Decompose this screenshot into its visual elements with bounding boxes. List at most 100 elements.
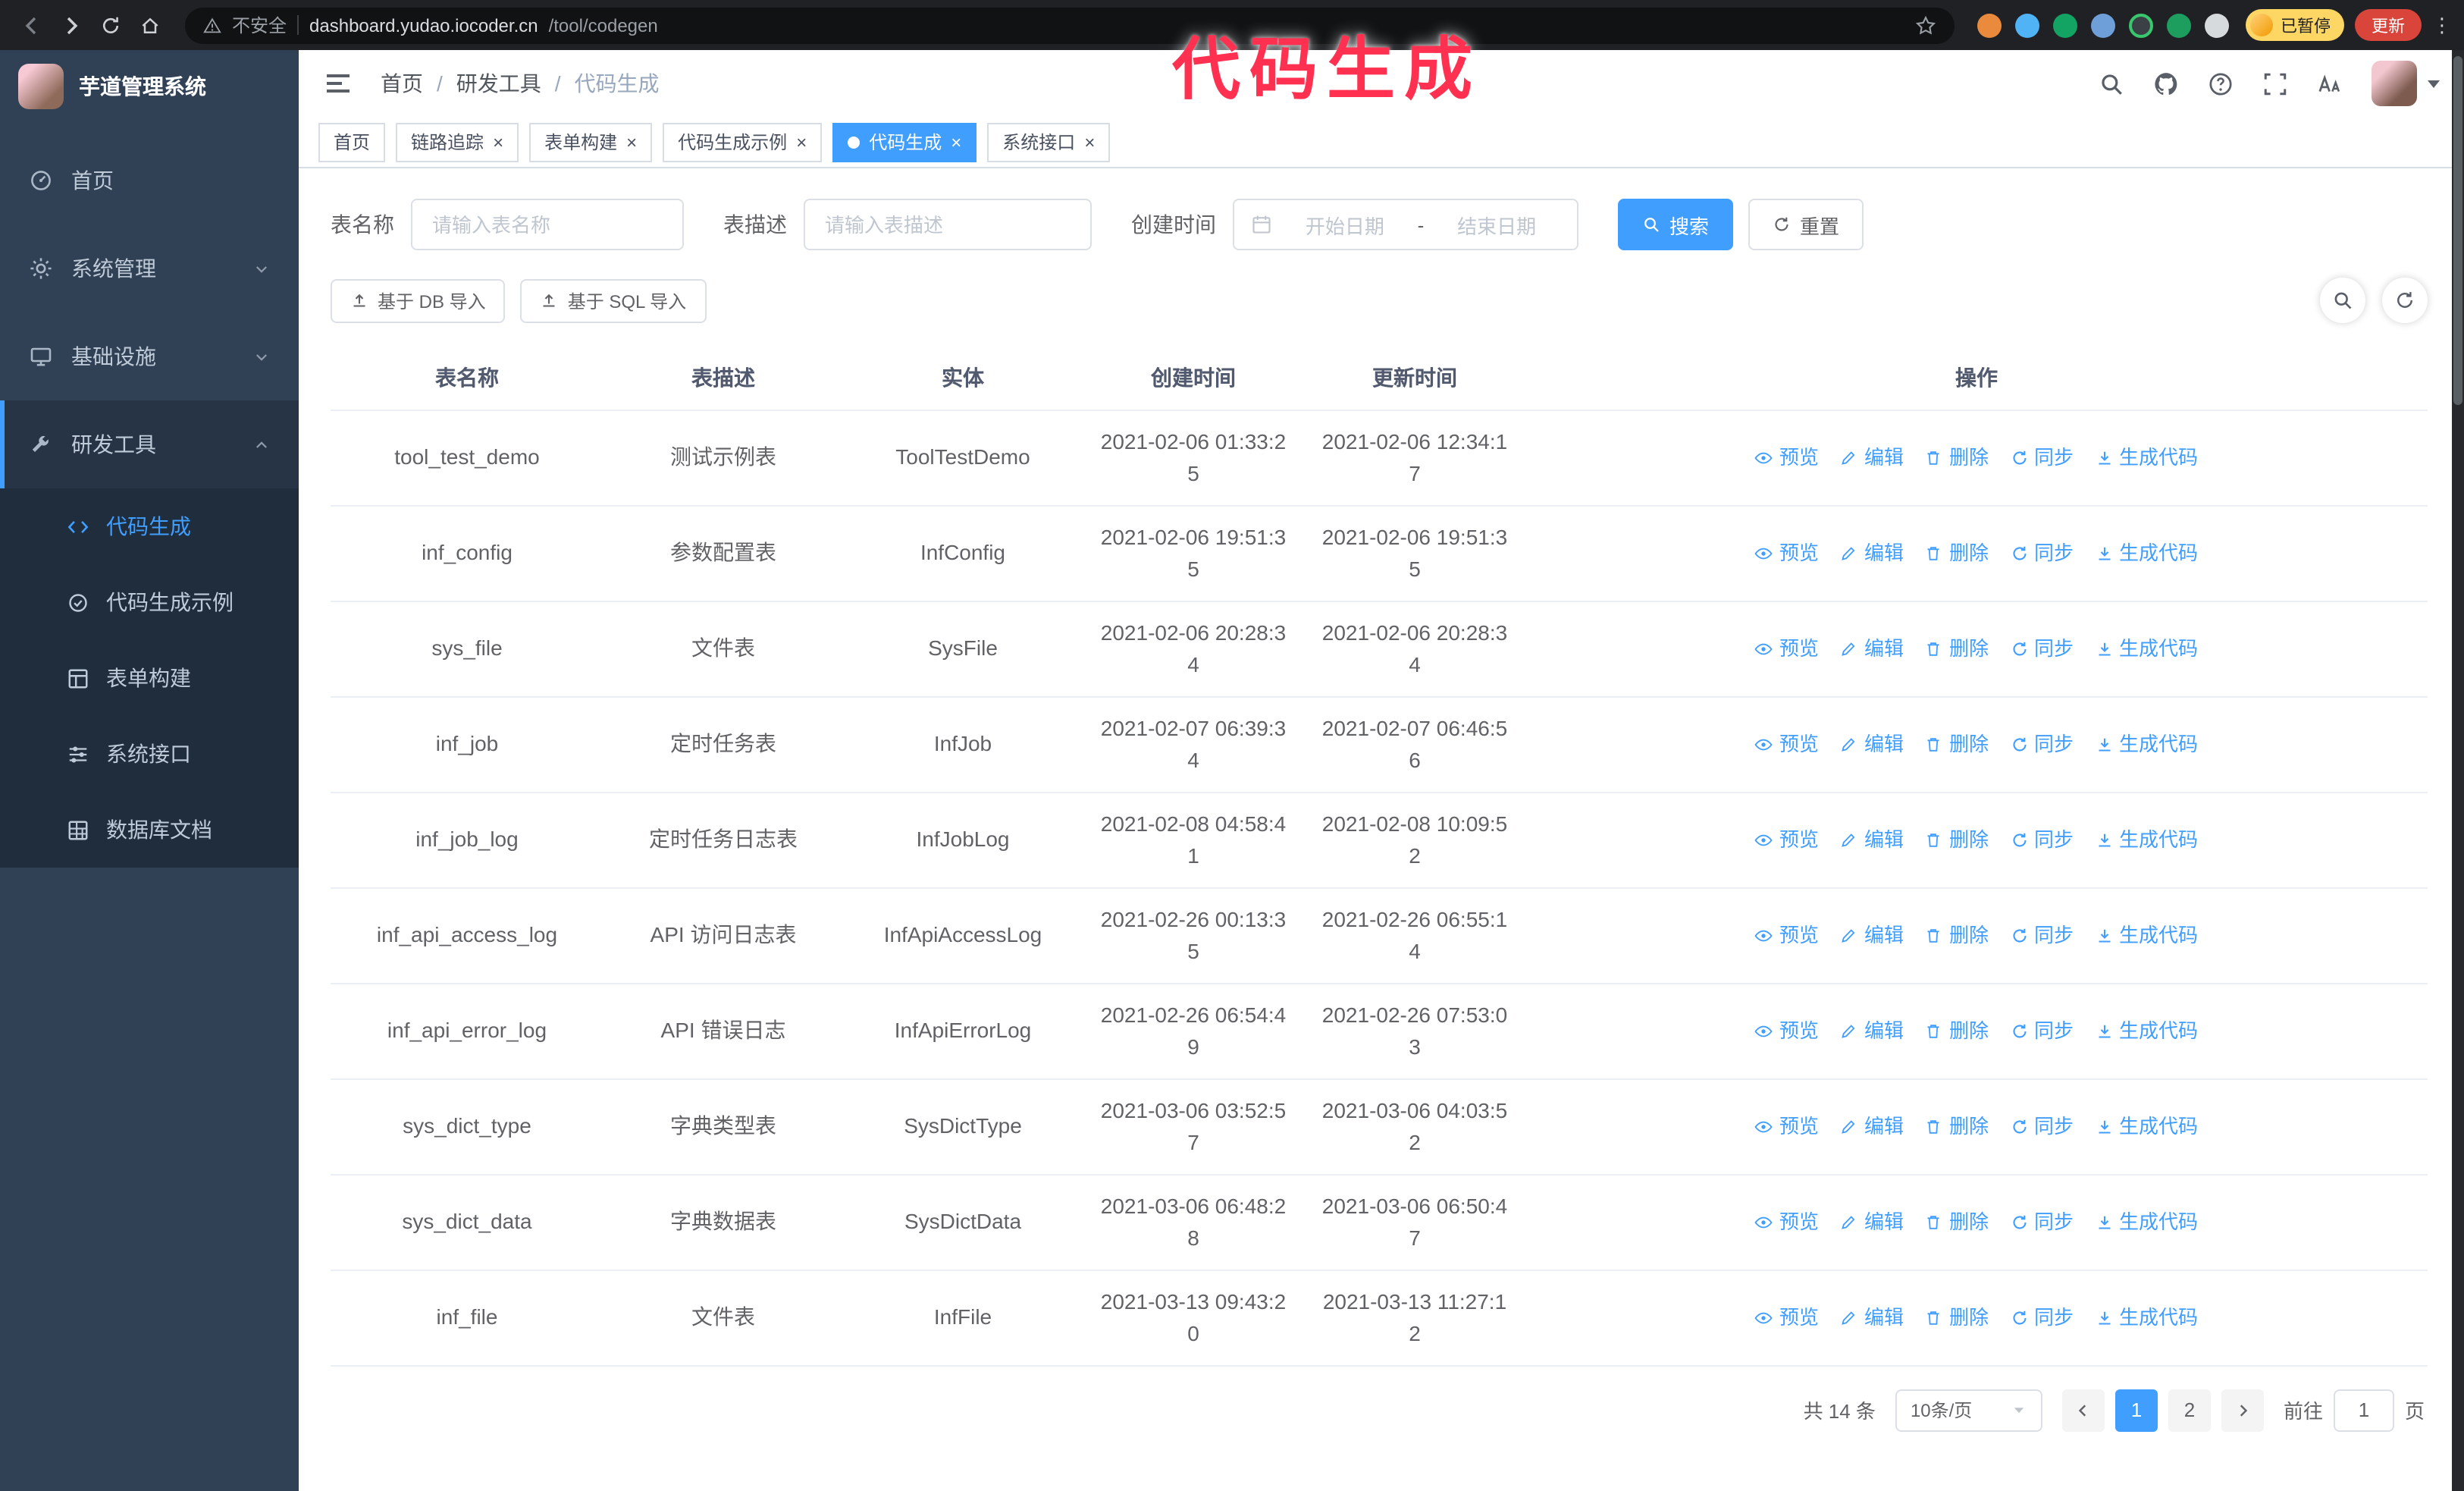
preview-link[interactable]: 预览 [1755,824,1819,855]
page-button-2[interactable]: 2 [2168,1389,2211,1431]
import-db-button[interactable]: 基于 DB 导入 [331,278,506,322]
tab-tracing[interactable]: 链路追踪 × [396,122,519,162]
sync-link[interactable]: 同步 [2010,537,2074,569]
table-desc-input[interactable] [804,199,1092,250]
preview-link[interactable]: 预览 [1755,632,1819,664]
close-icon[interactable]: × [493,133,503,151]
generate-code-link[interactable]: 生成代码 [2095,632,2198,664]
breadcrumb-home[interactable]: 首页 [381,68,423,99]
preview-link[interactable]: 预览 [1755,1301,1819,1333]
preview-link[interactable]: 预览 [1755,441,1819,473]
preview-link[interactable]: 预览 [1755,1015,1819,1047]
github-icon[interactable] [2153,71,2179,96]
delete-link[interactable]: 删除 [1925,1110,1989,1142]
delete-link[interactable]: 删除 [1925,1301,1989,1333]
hamburger-icon[interactable] [323,68,353,99]
address-bar[interactable]: 不安全 dashboard.yudao.iocoder.cn /tool/cod… [185,7,1955,43]
import-sql-button[interactable]: 基于 SQL 导入 [520,278,707,322]
generate-code-link[interactable]: 生成代码 [2095,441,2198,473]
sync-link[interactable]: 同步 [2010,632,2074,664]
tab-home[interactable]: 首页 [318,122,386,162]
reload-button[interactable] [91,5,130,45]
logo-row[interactable]: 芋道管理系统 [0,50,299,123]
search-icon[interactable] [2099,71,2124,96]
delete-link[interactable]: 删除 [1925,1206,1989,1238]
extension-icon-leaf[interactable] [2162,9,2194,41]
extension-icon-blue[interactable] [2011,9,2042,41]
scrollbar-track[interactable] [2452,50,2464,1491]
edit-link[interactable]: 编辑 [1840,441,1904,473]
sync-link[interactable]: 同步 [2010,1301,2074,1333]
extension-icon-green-v[interactable] [2049,9,2080,41]
search-button[interactable]: 搜索 [1618,199,1734,250]
sidebar-item-codegen-example[interactable]: 代码生成示例 [0,564,299,640]
reset-button[interactable]: 重置 [1748,199,1864,250]
breadcrumb-dev-tools[interactable]: 研发工具 [456,68,541,99]
generate-code-link[interactable]: 生成代码 [2095,728,2198,760]
close-icon[interactable]: × [951,133,961,151]
sidebar-item-form-builder[interactable]: 表单构建 [0,640,299,716]
sidebar-item-system-management[interactable]: 系统管理 [0,224,299,312]
close-icon[interactable]: × [1084,133,1095,151]
font-size-icon[interactable] [2317,71,2343,96]
preview-link[interactable]: 预览 [1755,728,1819,760]
edit-link[interactable]: 编辑 [1840,1110,1904,1142]
sidebar-item-infrastructure[interactable]: 基础设施 [0,312,299,400]
tab-codegen[interactable]: 代码生成 × [832,122,977,162]
sync-link[interactable]: 同步 [2010,919,2074,951]
edit-link[interactable]: 编辑 [1840,919,1904,951]
date-range-picker[interactable]: 开始日期 - 结束日期 [1233,199,1578,250]
scrollbar-thumb[interactable] [2453,56,2462,405]
delete-link[interactable]: 删除 [1925,1015,1989,1047]
edit-link[interactable]: 编辑 [1840,824,1904,855]
sync-link[interactable]: 同步 [2010,824,2074,855]
table-name-input[interactable] [411,199,684,250]
fullscreen-icon[interactable] [2262,71,2288,96]
help-icon[interactable] [2208,71,2234,96]
close-icon[interactable]: × [796,133,807,151]
sidebar-item-db-doc[interactable]: 数据库文档 [0,792,299,868]
page-size-select[interactable]: 10条/页 [1895,1389,2042,1431]
edit-link[interactable]: 编辑 [1840,1301,1904,1333]
preview-link[interactable]: 预览 [1755,1206,1819,1238]
edit-link[interactable]: 编辑 [1840,728,1904,760]
back-button[interactable] [12,5,52,45]
sidebar-item-dev-tools[interactable]: 研发工具 [0,400,299,488]
extension-icon-people[interactable] [2086,9,2118,41]
tab-codegen-example[interactable]: 代码生成示例 × [663,122,823,162]
chrome-menu-icon[interactable]: ⋮ [2432,13,2452,37]
sync-link[interactable]: 同步 [2010,728,2074,760]
generate-code-link[interactable]: 生成代码 [2095,1206,2198,1238]
generate-code-link[interactable]: 生成代码 [2095,1015,2198,1047]
user-menu[interactable] [2372,61,2440,106]
delete-link[interactable]: 删除 [1925,824,1989,855]
sync-link[interactable]: 同步 [2010,441,2074,473]
sync-link[interactable]: 同步 [2010,1015,2074,1047]
delete-link[interactable]: 删除 [1925,728,1989,760]
prev-page-button[interactable] [2061,1389,2105,1431]
tab-form-builder[interactable]: 表单构建 × [529,122,653,162]
toggle-search-button[interactable] [2320,278,2365,323]
goto-page-input[interactable] [2333,1389,2394,1431]
delete-link[interactable]: 删除 [1925,441,1989,473]
edit-link[interactable]: 编辑 [1840,1206,1904,1238]
sidebar-item-codegen[interactable]: 代码生成 [0,488,299,564]
tab-system-api[interactable]: 系统接口 × [987,122,1111,162]
generate-code-link[interactable]: 生成代码 [2095,1110,2198,1142]
extension-icon-dark[interactable] [2124,9,2156,41]
generate-code-link[interactable]: 生成代码 [2095,537,2198,569]
sync-link[interactable]: 同步 [2010,1206,2074,1238]
preview-link[interactable]: 预览 [1755,537,1819,569]
next-page-button[interactable] [2221,1389,2264,1431]
refresh-table-button[interactable] [2382,278,2428,323]
generate-code-link[interactable]: 生成代码 [2095,1301,2198,1333]
sidebar-item-home[interactable]: 首页 [0,137,299,224]
chrome-update-button[interactable]: 更新 [2355,9,2422,41]
extension-icon-cat[interactable] [2200,9,2232,41]
home-button[interactable] [130,5,170,45]
delete-link[interactable]: 删除 [1925,632,1989,664]
edit-link[interactable]: 编辑 [1840,537,1904,569]
close-icon[interactable]: × [626,133,637,151]
edit-link[interactable]: 编辑 [1840,1015,1904,1047]
preview-link[interactable]: 预览 [1755,919,1819,951]
